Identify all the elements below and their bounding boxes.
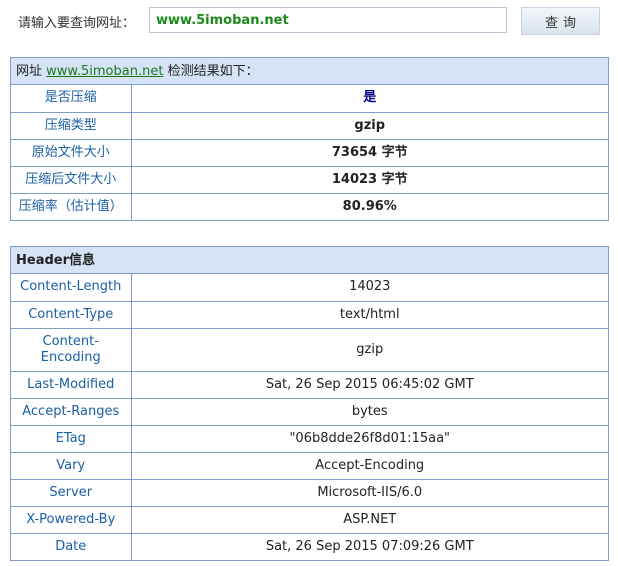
table-row: X-Powered-By ASP.NET: [11, 505, 608, 533]
header-name: Vary: [11, 451, 132, 479]
table-row: Server Microsoft-IIS/6.0: [11, 478, 608, 506]
row-value: gzip: [131, 111, 608, 139]
header-value: 14023: [349, 279, 391, 295]
compression-result-table: 是否压缩 是 压缩类型 gzip 原始文件大小 73654 字节 压缩后文件大小…: [11, 85, 608, 220]
header-value: Sat, 26 Sep 2015 07:09:26 GMT: [131, 532, 608, 560]
header-name: Accept-Ranges: [11, 397, 132, 425]
header-name: Server: [11, 478, 132, 506]
table-row: Date Sat, 26 Sep 2015 07:09:26 GMT: [11, 532, 608, 560]
table-row: Content-Encoding gzip: [11, 327, 608, 371]
header-name: ETag: [11, 424, 132, 452]
table-row: 压缩后文件大小 14023 字节: [11, 165, 608, 193]
result-title-url-link[interactable]: www.5imoban.net: [46, 64, 163, 79]
result-title-prefix: 网址: [16, 64, 43, 79]
row-label: 原始文件大小: [11, 138, 132, 166]
row-label: 压缩类型: [11, 111, 132, 139]
header-panel-title: Header信息: [11, 247, 608, 274]
result-panel-title: 网址 www.5imoban.net 检测结果如下：: [11, 58, 608, 85]
header-name: Last-Modified: [11, 370, 132, 398]
table-row: 压缩率（估计值） 80.96%: [11, 192, 608, 220]
search-bar: 请输入要查询网址： 查询: [0, 0, 618, 44]
url-input[interactable]: [149, 7, 507, 33]
header-value: Microsoft-IIS/6.0: [131, 478, 608, 506]
query-button[interactable]: 查询: [521, 7, 600, 35]
row-value: 80.96%: [131, 192, 608, 220]
row-value: 是: [363, 90, 377, 106]
header-name: X-Powered-By: [11, 505, 132, 533]
row-label: 是否压缩: [11, 85, 132, 112]
table-row: Accept-Ranges bytes: [11, 397, 608, 425]
table-row: 是否压缩 是: [11, 85, 608, 112]
header-info-panel: Header信息 Content-Length 14023 Content-Ty…: [10, 246, 609, 561]
header-value: text/html: [131, 300, 608, 328]
header-name: Content-Length: [11, 274, 132, 301]
search-label: 请输入要查询网址：: [18, 16, 136, 31]
result-title-suffix: 检测结果如下：: [167, 64, 259, 79]
table-row: Last-Modified Sat, 26 Sep 2015 06:45:02 …: [11, 370, 608, 398]
header-value: ASP.NET: [131, 505, 608, 533]
header-name: Date: [11, 532, 132, 560]
header-name: Content-Type: [11, 300, 132, 328]
header-value: gzip: [131, 327, 608, 371]
header-name: Content-Encoding: [11, 327, 132, 371]
table-row: ETag "06b8dde26f8d01:15aa": [11, 424, 608, 452]
table-row: 压缩类型 gzip: [11, 111, 608, 139]
row-value: 14023 字节: [131, 165, 608, 193]
table-row: Content-Type text/html: [11, 300, 608, 328]
header-info-table: Content-Length 14023 Content-Type text/h…: [11, 274, 608, 560]
row-value: 73654 字节: [131, 138, 608, 166]
table-row: Vary Accept-Encoding: [11, 451, 608, 479]
header-value: bytes: [131, 397, 608, 425]
table-row: Content-Length 14023: [11, 274, 608, 301]
row-label: 压缩后文件大小: [11, 165, 132, 193]
compression-result-panel: 网址 www.5imoban.net 检测结果如下： 是否压缩 是 压缩类型 g…: [10, 57, 609, 221]
header-value: Sat, 26 Sep 2015 06:45:02 GMT: [131, 370, 608, 398]
row-label: 压缩率（估计值）: [11, 192, 132, 220]
header-value: "06b8dde26f8d01:15aa": [131, 424, 608, 452]
table-row: 原始文件大小 73654 字节: [11, 138, 608, 166]
header-value: Accept-Encoding: [131, 451, 608, 479]
